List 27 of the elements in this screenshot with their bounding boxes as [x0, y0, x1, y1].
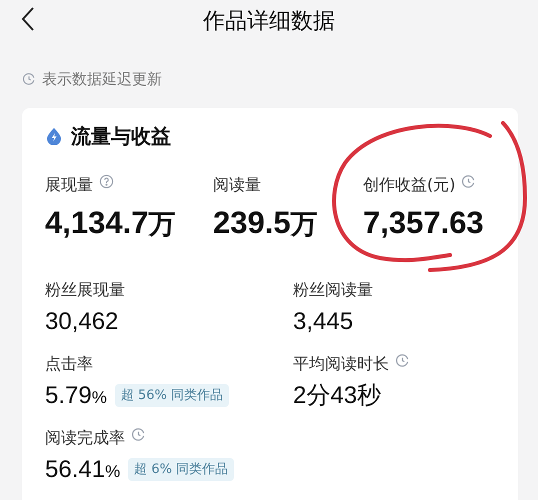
- metric-value: 30,462: [45, 310, 118, 334]
- metric-value: 3,445: [293, 310, 354, 334]
- metric-value: 4,134.7万: [45, 206, 176, 238]
- metric-value: 239.5万: [213, 206, 319, 238]
- delayed-update-icon: [395, 353, 410, 368]
- metric-label: 平均阅读时长: [293, 352, 389, 374]
- back-icon[interactable]: [20, 6, 36, 32]
- comparison-badge: 超 6% 同类作品: [128, 458, 234, 482]
- section-title: 流量与收益: [71, 122, 171, 150]
- metric-label: 粉丝展现量: [45, 278, 125, 300]
- delayed-update-icon: [461, 174, 476, 189]
- metric-label: 点击率: [45, 352, 93, 374]
- notice-text: 表示数据延迟更新: [42, 69, 162, 90]
- metric-value: 7,357.63: [363, 206, 485, 238]
- comparison-badge: 超 56% 同类作品: [114, 384, 230, 408]
- metric-value: 2分43秒: [293, 384, 382, 408]
- metric-label: 创作收益(元): [363, 174, 456, 196]
- metric-label: 粉丝阅读量: [293, 278, 373, 300]
- lightning-drop-icon: [45, 126, 63, 144]
- metric-value: 5.79%: [45, 384, 107, 408]
- metric-label: 阅读完成率: [45, 426, 125, 448]
- delayed-update-icon: [131, 427, 146, 442]
- metric-label: 阅读量: [213, 174, 261, 196]
- metric-value: 56.41%: [45, 458, 120, 482]
- delayed-update-icon: [22, 72, 36, 86]
- metric-label: 展现量: [45, 174, 93, 196]
- page-title: 作品详细数据: [203, 8, 335, 36]
